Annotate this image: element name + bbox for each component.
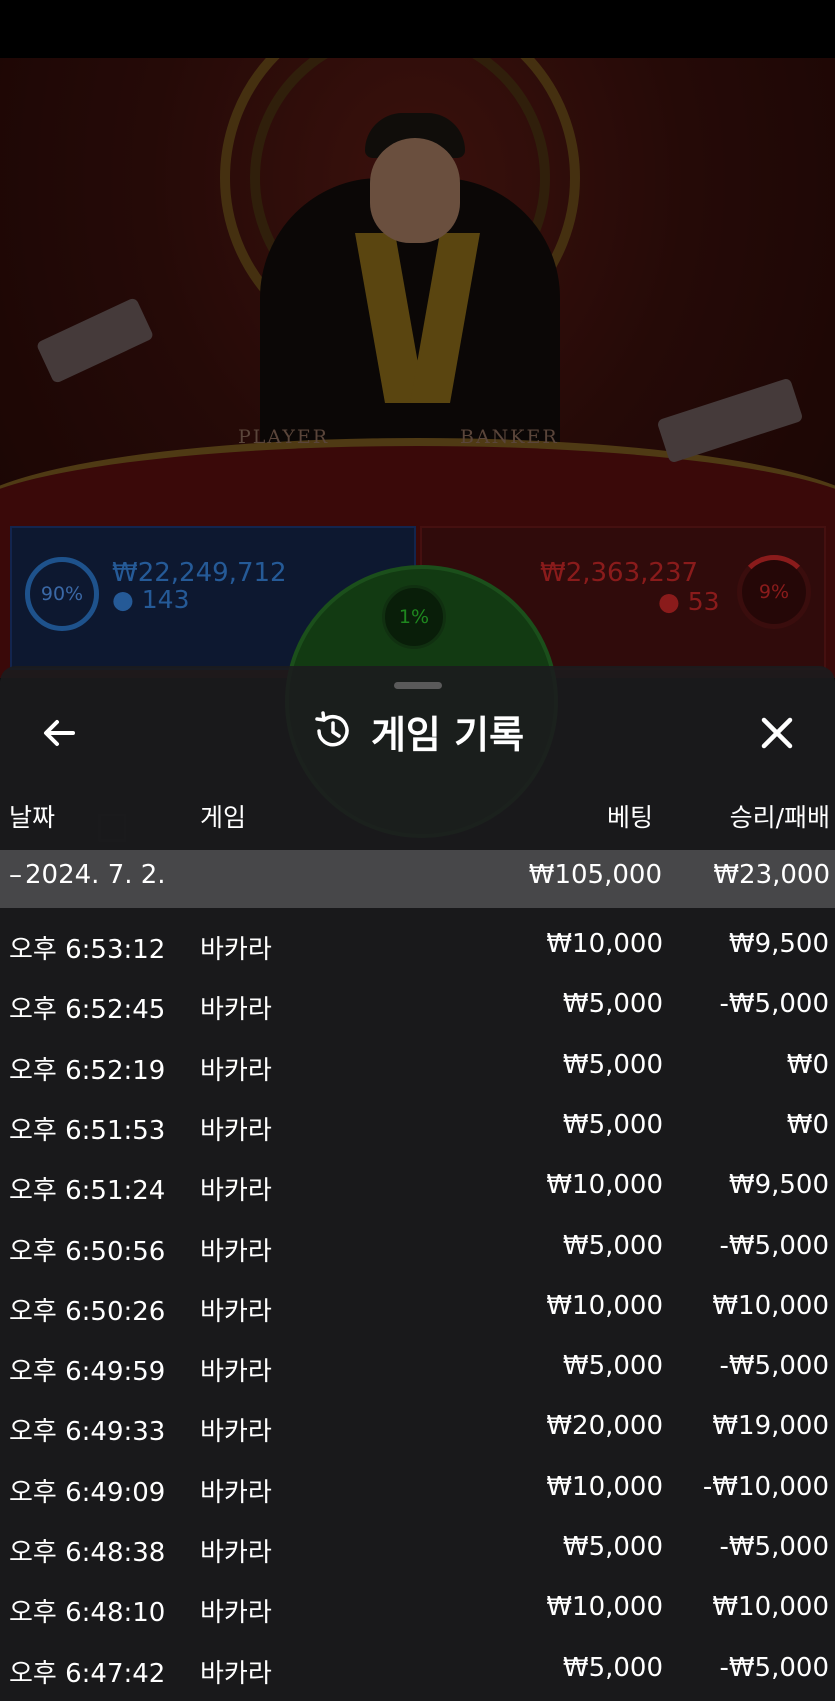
column-header-bet: 베팅 [606,803,653,832]
row-bet: ₩5,000 [562,989,663,1019]
row-result: -₩5,000 [719,1351,829,1381]
date-group-collapse-icon: – [9,860,22,890]
row-result: -₩5,000 [719,1532,829,1562]
column-header-game: 게임 [200,803,247,832]
row-bet: ₩5,000 [562,1532,663,1562]
row-result: -₩5,000 [719,989,829,1019]
row-result: ₩9,500 [728,1170,829,1200]
row-bet: ₩5,000 [562,1231,663,1261]
row-result: ₩10,000 [712,1291,829,1321]
row-bet: ₩5,000 [562,1050,663,1080]
row-game: 바카라 [200,1056,272,1086]
close-icon [761,717,793,749]
row-time: 오후 6:51:24 [9,1176,166,1206]
column-header-result: 승리/패배 [729,803,830,832]
row-bet: ₩5,000 [562,1351,663,1381]
row-game: 바카라 [200,995,272,1025]
row-bet: ₩5,000 [562,1110,663,1140]
row-bet: ₩10,000 [546,1291,663,1321]
row-time: 오후 6:50:26 [9,1297,166,1327]
row-time: 오후 6:52:19 [9,1056,166,1086]
row-game: 바카라 [200,1237,272,1267]
row-game: 바카라 [200,1598,272,1628]
row-game: 바카라 [200,1357,272,1387]
row-time: 오후 6:52:45 [9,995,166,1025]
row-bet: ₩10,000 [546,1472,663,1502]
row-bet: ₩5,000 [562,1653,663,1683]
row-time: 오후 6:51:53 [9,1116,166,1146]
row-result: ₩0 [786,1110,829,1140]
row-time: 오후 6:53:12 [9,935,166,965]
row-result: ₩19,000 [712,1411,829,1441]
row-time: 오후 6:48:38 [9,1538,166,1568]
row-time: 오후 6:49:09 [9,1478,166,1508]
row-game: 바카라 [200,935,272,965]
row-game: 바카라 [200,1176,272,1206]
row-result: ₩9,500 [728,929,829,959]
row-bet: ₩10,000 [546,929,663,959]
row-bet: ₩10,000 [546,1592,663,1622]
page-title: 게임 기록 [370,712,525,757]
row-result: -₩10,000 [702,1472,829,1502]
history-clock-icon [315,711,349,747]
row-result: ₩0 [786,1050,829,1080]
date-group-result-total: ₩23,000 [713,860,830,890]
row-result: ₩10,000 [712,1592,829,1622]
row-time: 오후 6:47:42 [9,1659,166,1689]
row-time: 오후 6:49:33 [9,1417,166,1447]
row-game: 바카라 [200,1538,272,1568]
row-game: 바카라 [200,1659,272,1689]
sheet-header: 게임 기록 [0,706,835,757]
column-header-date: 날짜 [9,803,56,832]
row-time: 오후 6:50:56 [9,1237,166,1267]
row-game: 바카라 [200,1116,272,1146]
row-game: 바카라 [200,1297,272,1327]
row-result: -₩5,000 [719,1653,829,1683]
row-bet: ₩10,000 [546,1170,663,1200]
row-game: 바카라 [200,1478,272,1508]
date-group-bet-total: ₩105,000 [528,860,662,890]
sheet-drag-handle[interactable] [394,682,442,689]
row-time: 오후 6:48:10 [9,1598,166,1628]
close-button[interactable] [752,708,802,758]
row-bet: ₩20,000 [546,1411,663,1441]
date-group-date: 2024. 7. 2. [25,860,166,890]
row-game: 바카라 [200,1417,272,1447]
row-time: 오후 6:49:59 [9,1357,166,1387]
row-result: -₩5,000 [719,1231,829,1261]
